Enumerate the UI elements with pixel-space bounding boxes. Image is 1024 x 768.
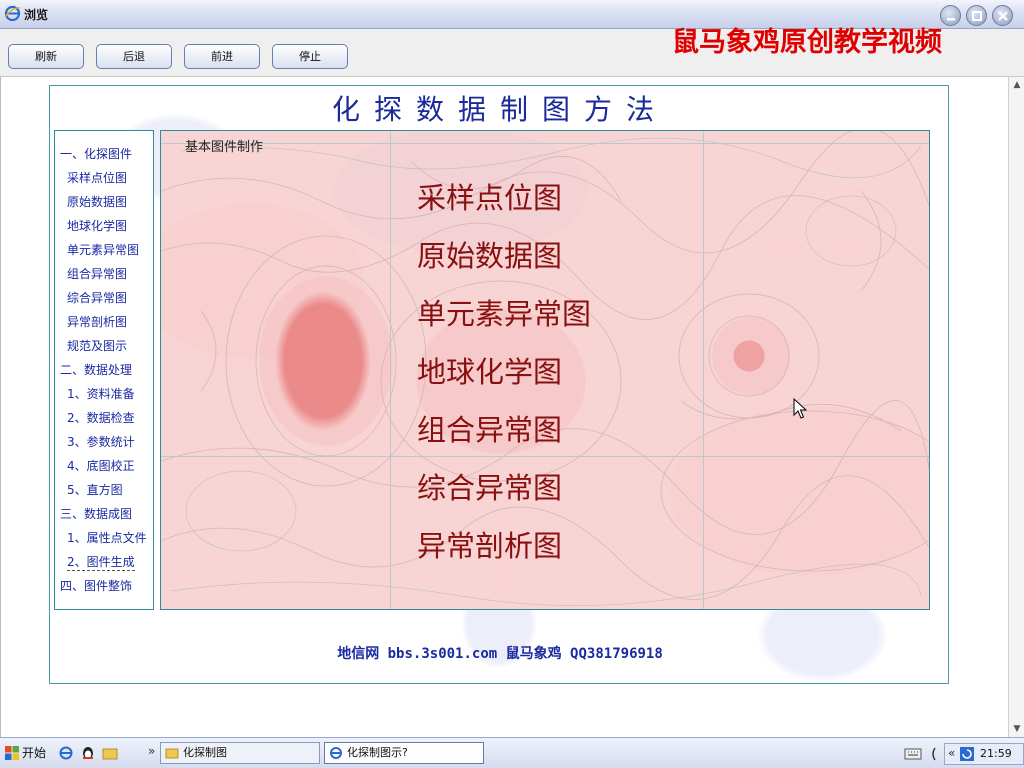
pane-heading: 基本图件制作 (185, 140, 264, 155)
start-button[interactable]: 开始 (2, 742, 50, 764)
keyboard-icon[interactable] (904, 748, 922, 760)
stop-button[interactable]: 停止 (272, 44, 348, 69)
forward-button[interactable]: 前进 (184, 44, 260, 69)
sidebar-item-map-generation[interactable]: 2、图件生成 (67, 553, 135, 571)
close-button[interactable] (992, 5, 1013, 26)
grid-line (703, 131, 704, 609)
sidebar-item-sample-map[interactable]: 采样点位图 (67, 169, 127, 186)
taskbar: 开始 » 化探制图 化探制图示? « 21:59 (0, 737, 1024, 768)
sidebar-item-raw-data-map[interactable]: 原始数据图 (67, 193, 127, 210)
sidebar-section-chart-types[interactable]: 一、化探图件 (60, 145, 132, 162)
sidebar-item-point-file[interactable]: 1、属性点文件 (67, 529, 147, 546)
sidebar-item-standards[interactable]: 规范及图示 (67, 337, 127, 354)
sidebar-item-geochem-map[interactable]: 地球化学图 (67, 217, 127, 234)
grid-line (161, 143, 929, 144)
network-icon[interactable] (960, 747, 974, 761)
ime-indicator-icon[interactable] (930, 746, 938, 762)
task-label: 化探制图示? (347, 746, 408, 759)
back-button[interactable]: 后退 (96, 44, 172, 69)
main-pane: 基本图件制作 采样点位图 原始数据图 单元素异常图 地球化学图 组合异常图 综合… (160, 130, 930, 610)
sidebar-section-mapping[interactable]: 三、数据成图 (60, 505, 132, 522)
taskbar-item-folder[interactable]: 化探制图 (160, 742, 320, 764)
maximize-icon (972, 11, 982, 21)
close-icon (998, 11, 1008, 21)
task-label: 化探制图 (183, 746, 227, 759)
minimize-icon (947, 18, 955, 21)
sidebar-section-finishing[interactable]: 四、图件整饰 (60, 577, 132, 594)
link-raw-data-map[interactable]: 原始数据图 (417, 233, 562, 275)
scroll-up-icon[interactable]: ▲ (1009, 77, 1024, 93)
sidebar-item-anomaly-profile[interactable]: 异常剖析图 (67, 313, 127, 330)
page-title: 化探数据制图方法 (331, 93, 668, 126)
link-combined-anomaly[interactable]: 组合异常图 (417, 407, 562, 449)
taskbar-item-browser[interactable]: 化探制图示? (324, 742, 484, 764)
grid-line (390, 131, 391, 609)
sidebar-item-single-anomaly[interactable]: 单元素异常图 (67, 241, 139, 258)
sidebar-item-data-check[interactable]: 2、数据检查 (67, 409, 135, 426)
ie-icon (4, 5, 21, 22)
tray-expand-icon[interactable]: « (948, 746, 955, 760)
mouse-cursor-icon (793, 398, 807, 419)
sidebar-item-basemap[interactable]: 4、底图校正 (67, 457, 135, 474)
link-anomaly-profile[interactable]: 异常剖析图 (417, 523, 562, 565)
refresh-button[interactable]: 刷新 (8, 44, 84, 69)
maximize-button[interactable] (966, 5, 987, 26)
sidebar-nav: 一、化探图件 采样点位图 原始数据图 地球化学图 单元素异常图 组合异常图 综合… (54, 130, 154, 610)
minimize-button[interactable] (940, 5, 961, 26)
folder-quicklaunch-icon[interactable] (102, 746, 118, 760)
watermark-text: 鼠马象鸡原创教学视频 (672, 27, 942, 58)
qq-penguin-icon[interactable] (80, 746, 96, 760)
sidebar-item-stats[interactable]: 3、参数统计 (67, 433, 135, 450)
link-geochem-map[interactable]: 地球化学图 (417, 349, 562, 391)
link-single-anomaly[interactable]: 单元素异常图 (417, 291, 591, 333)
link-sample-map[interactable]: 采样点位图 (417, 175, 562, 217)
folder-icon (165, 748, 179, 759)
link-comprehensive-anomaly[interactable]: 综合异常图 (417, 465, 562, 507)
clock: 21:59 (980, 747, 1012, 760)
vertical-scrollbar[interactable]: ▲ ▼ (1008, 77, 1024, 737)
start-label: 开始 (22, 746, 47, 760)
quicklaunch-expand-icon[interactable]: » (148, 744, 155, 758)
ie-quicklaunch-icon[interactable] (58, 746, 74, 760)
grid-line (161, 456, 929, 457)
scroll-down-icon[interactable]: ▼ (1009, 721, 1024, 737)
sidebar-item-comprehensive-anomaly[interactable]: 综合异常图 (67, 289, 127, 306)
sidebar-item-data-prep[interactable]: 1、资料准备 (67, 385, 135, 402)
sidebar-section-data-processing[interactable]: 二、数据处理 (60, 361, 132, 378)
window-title: 浏览 (24, 8, 49, 22)
windows-logo-icon (5, 746, 19, 760)
ie-icon (330, 747, 342, 759)
sidebar-item-histogram[interactable]: 5、直方图 (67, 481, 123, 498)
sidebar-item-combined-anomaly[interactable]: 组合异常图 (67, 265, 127, 282)
footer-credit: 地信网 bbs.3s001.com 鼠马象鸡 QQ381796918 (337, 646, 663, 662)
